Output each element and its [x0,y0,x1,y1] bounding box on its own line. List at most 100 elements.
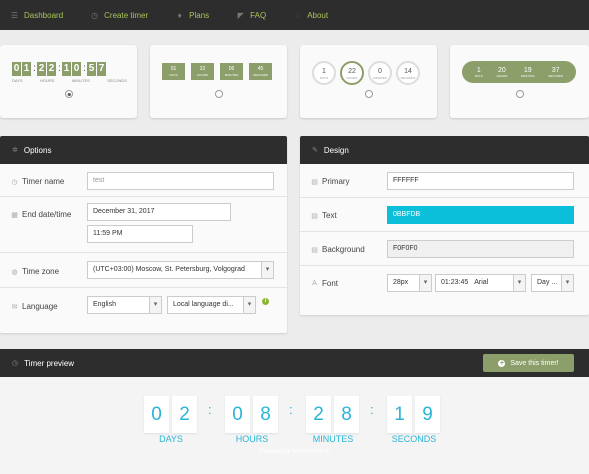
panel-title: Design [323,145,349,155]
language-row: ✉ Language English Local language di... i [0,288,287,324]
panel-title: Options [23,145,52,155]
preview-colon: : [289,402,293,417]
font-label: A Font [310,279,338,288]
panel-title: Timer preview [24,358,75,368]
nav-label: Plans [189,10,210,20]
font-extra-select[interactable]: Day ... [531,274,574,292]
circle-digits: 1 DAYS 22 HOURS 0 MINUTES 14 SECONDS [312,61,424,85]
pill-label: MINUTES [521,73,535,78]
pill-digits: 1 DAYS 20 HOURS 19 MINUTES 37 SECONDS [462,61,576,83]
info-icon[interactable]: i [262,298,269,305]
circle-value: 22 [348,68,356,75]
preview-label-hours: HOURS [235,434,269,444]
powered-by-text: Powered by Mobiletimer.ru [258,449,331,455]
language-icon: ✉ [11,303,18,311]
nav-create-timer[interactable]: ◷ Create timer [90,11,148,20]
timer-name-input[interactable]: test [87,172,274,190]
timezone-label: ◍ Time zone [10,267,59,276]
circle: 14 SECONDS [396,61,420,85]
timezone-select[interactable]: (UTC+03:00) Moscow, St. Petersburg, Volg… [87,261,274,279]
template-radio[interactable] [364,90,373,98]
globe-icon: ◍ [11,268,18,276]
preview-digit: 8 [334,396,359,433]
pill-label: HOURS [496,73,508,78]
template-card-boxes[interactable]: 01 DAYS 22 HOURS 06 MINUTES 45 SECONDS [150,45,287,118]
template-card-pill[interactable]: 1 DAYS 20 HOURS 19 MINUTES 37 SECONDS [450,45,589,118]
circle-value: 0 [378,68,382,75]
pill-value: 20 [498,66,506,74]
circle: 22 HOURS [340,61,364,85]
text-label: ▤ Text [310,211,337,220]
pill-value: 1 [476,66,481,74]
save-timer-button[interactable]: + Save this timer! [483,354,574,372]
digit: 2 [37,62,46,76]
text-color-input[interactable]: 0BBFDB [387,206,574,224]
label-text: End date/time [22,210,72,219]
nav-about[interactable]: ◌ About [293,11,328,20]
bullhorn-icon: ◤ [237,10,244,20]
language-label: ✉ Language [10,302,58,311]
circle-label: MINUTES [373,76,387,80]
box-value: 01 [170,66,177,72]
font-family-select[interactable]: 01:23:45 Arial [435,274,526,292]
design-panel: ✎ Design ▤ Primary FFFFFF ▤ Text 0BBFDB ▤ Ba… [300,136,589,315]
top-nav: ☰ Dashboard ◷ Create timer ♦ Plans ◤ FAQ ◌ Ab… [0,0,589,30]
pill-value: 37 [551,66,560,74]
brush-icon: ✎ [312,147,318,154]
preview-colon: : [370,402,374,417]
template-radio[interactable] [214,90,223,98]
box-label: DAYS [169,73,178,77]
preview-digit: 0 [144,396,169,433]
box: 01 DAYS [162,63,185,80]
font-size-select[interactable]: 28px [387,274,432,292]
options-panel: ✲ Options ◷ Timer name test ▦ End date/time… [0,136,287,333]
pill-item: 37 SECONDS [548,67,563,78]
end-time-input[interactable]: 11:59 PM [87,225,193,243]
gear-icon: ✲ [12,147,18,154]
preview-label-days: DAYS [159,434,183,444]
circle: 0 MINUTES [368,61,392,85]
digit: 2 [47,62,56,76]
end-date-row: ▦ End date/time December 31, 2017 11:59 P… [0,197,287,253]
pill-item: 19 MINUTES [521,67,535,78]
preview-minutes: 2 8 [306,396,362,433]
pill-value: 19 [523,66,532,74]
label-text: Primary [322,177,350,186]
language-select[interactable]: English [87,296,162,314]
flip-digits: 0 1 : 2 2 : 1 0 : 5 7 [12,62,106,76]
circle-value: 1 [322,68,326,75]
nav-plans[interactable]: ♦ Plans [175,10,210,20]
template-card-flip[interactable]: 0 1 : 2 2 : 1 0 : 5 7 DAYS HOURS MINUTES… [0,45,137,118]
hamburger-icon: ☰ [10,10,19,20]
primary-label: ▤ Primary [310,177,350,186]
template-radio-selected[interactable] [64,90,73,98]
template-radio[interactable] [515,90,524,98]
label-text: Time zone [22,267,60,276]
unit-label: MINUTES [71,78,90,83]
primary-color-input[interactable]: FFFFFF [387,172,574,190]
label-text: Text [322,211,337,220]
nav-label: Dashboard [24,10,64,20]
background-color-input[interactable]: F0F0F0 [387,240,574,258]
box: 06 MINUTES [220,63,243,80]
font-icon: A [312,280,317,287]
end-date-input[interactable]: December 31, 2017 [87,203,231,221]
label-text: Background [322,245,365,254]
swatch-icon: ▤ [311,212,318,220]
digit: 1 [62,62,71,76]
options-header: ✲ Options [0,136,287,164]
preview-hours: 0 8 [225,396,281,433]
clock-icon: ◷ [12,360,19,367]
nav-faq[interactable]: ◤ FAQ [236,10,267,20]
template-card-circles[interactable]: 1 DAYS 22 HOURS 0 MINUTES 14 SECONDS [300,45,437,118]
circle: 1 DAYS [312,61,336,85]
box-label: MINUTES [224,73,239,77]
local-language-select[interactable]: Local language di... [167,296,256,314]
clock-icon: ◷ [91,10,99,20]
preview-digit: 2 [306,396,331,433]
nav-dashboard[interactable]: ☰ Dashboard [10,11,63,20]
nav-label: About [307,10,329,20]
diamond-icon: ♦ [177,10,182,20]
pill-label: SECONDS [548,73,564,78]
preview-digit: 2 [172,396,197,433]
